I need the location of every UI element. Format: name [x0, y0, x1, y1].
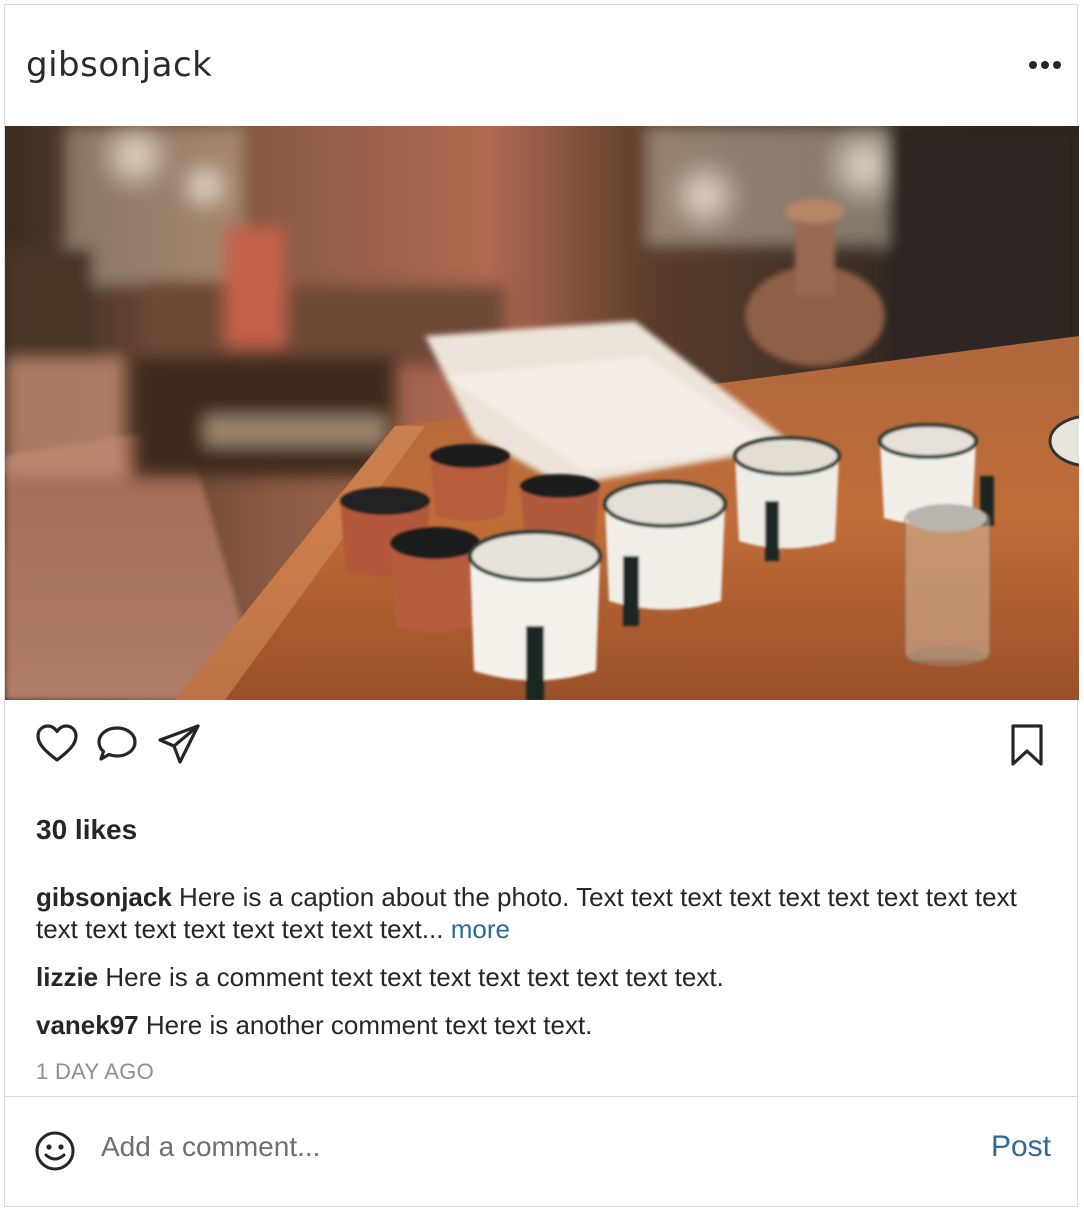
post-photo[interactable]: [5, 126, 1079, 700]
post-card: gibsonjack 30 likes gibsonjack Here is a…: [4, 4, 1079, 1207]
smiley-icon[interactable]: [34, 1130, 76, 1172]
likes-count[interactable]: 30 likes: [36, 813, 137, 847]
comment-text: Here is a comment text text text text te…: [98, 962, 724, 992]
post-timestamp[interactable]: 1 DAY AGO: [36, 1059, 154, 1085]
post-header: gibsonjack: [5, 5, 1077, 126]
caption-text: Here is a caption about the photo. Text …: [36, 882, 1017, 944]
add-comment-bar: Post: [5, 1097, 1077, 1207]
comment-username[interactable]: lizzie: [36, 962, 98, 992]
action-bar: [5, 700, 1077, 800]
heart-icon[interactable]: [35, 722, 79, 766]
post-caption: gibsonjack Here is a caption about the p…: [36, 881, 1041, 945]
caption-username[interactable]: gibsonjack: [36, 882, 172, 912]
comment-input[interactable]: [101, 1127, 961, 1167]
comment-item: vanek97 Here is another comment text tex…: [36, 1009, 1041, 1041]
paper-plane-icon[interactable]: [156, 722, 202, 768]
post-author-username[interactable]: gibsonjack: [26, 45, 212, 85]
caption-more-link[interactable]: more: [451, 914, 510, 944]
comment-item: lizzie Here is a comment text text text …: [36, 961, 1041, 993]
bookmark-icon[interactable]: [1009, 722, 1045, 768]
comment-text: Here is another comment text text text.: [138, 1010, 593, 1040]
more-horizontal-icon[interactable]: [1029, 59, 1061, 71]
comment-username[interactable]: vanek97: [36, 1010, 139, 1040]
comment-bubble-icon[interactable]: [95, 722, 139, 766]
post-comment-button[interactable]: Post: [991, 1127, 1051, 1167]
